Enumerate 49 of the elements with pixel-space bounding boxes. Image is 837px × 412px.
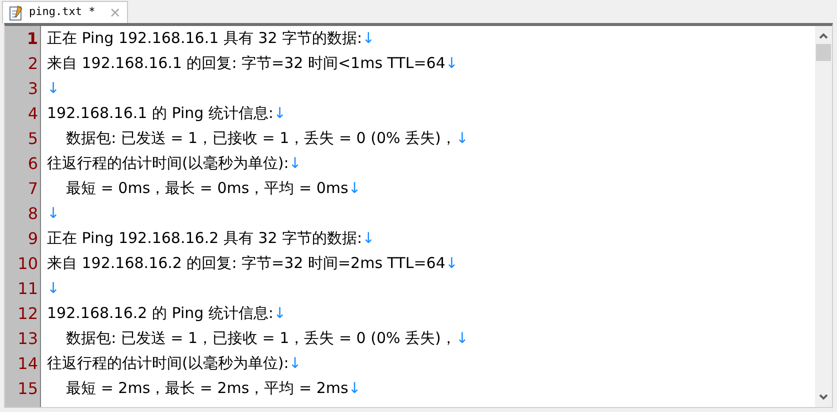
line-end-mark: ↓: [348, 378, 361, 400]
line-number: 13: [16, 328, 39, 350]
line-end-mark: ↓: [456, 328, 468, 350]
line-number: 9: [26, 228, 39, 250]
scrollbar-thumb[interactable]: [816, 44, 831, 61]
line-number: 11: [16, 278, 39, 300]
scroll-down-icon[interactable]: [819, 394, 828, 400]
code-line: 192.168.16.2 的 Ping 统计信息:: [47, 303, 274, 324]
line-end-mark: ↓: [288, 153, 302, 174]
code-line: 来自 192.168.16.1 的回复: 字节=32 时间<1ms TTL=64: [47, 53, 446, 74]
code-line: 往返行程的估计时间(以毫秒为单位):: [47, 353, 289, 374]
line-number: 5: [26, 128, 39, 150]
line-number: 1: [26, 28, 39, 50]
line-end-mark: ↓: [445, 253, 458, 274]
line-end-mark: ↓: [288, 353, 302, 374]
line-number: 15: [16, 378, 39, 400]
line-number: 2: [26, 53, 39, 75]
code-line: 最短 = 2ms，最长 = 2ms，平均 = 2ms: [65, 378, 348, 400]
line-number: 4: [26, 103, 39, 125]
code-line: 数据包: 已发送 = 1，已接收 = 1，丢失 = 0 (0% 丢失)，: [65, 128, 456, 150]
line-end-mark: ↓: [362, 28, 375, 50]
line-number: 3: [26, 78, 39, 100]
line-end-mark: ↓: [47, 278, 60, 300]
code-line: 往返行程的估计时间(以毫秒为单位):: [47, 153, 289, 174]
file-tab[interactable]: ping.txt * ×: [2, 1, 128, 23]
line-number: 6: [26, 153, 39, 175]
line-end-mark: ↓: [47, 203, 60, 224]
code-line: 192.168.16.1 的 Ping 统计信息:: [47, 103, 274, 124]
line-end-mark: ↓: [273, 303, 286, 324]
notepad-icon: [9, 4, 23, 20]
line-end-mark: ↓: [362, 228, 375, 250]
line-end-mark: ↓: [456, 128, 468, 150]
line-end-mark: ↓: [273, 103, 286, 124]
code-line: 最短 = 0ms，最长 = 0ms，平均 = 0ms: [65, 178, 348, 200]
line-number: 8: [26, 203, 39, 225]
code-line: 数据包: 已发送 = 1，已接收 = 1，丢失 = 0 (0% 丢失)，: [65, 328, 456, 350]
line-end-mark: ↓: [445, 53, 458, 74]
line-number: 7: [26, 178, 39, 200]
line-end-mark: ↓: [47, 78, 60, 100]
code-line: 正在 Ping 192.168.16.2 具有 32 字节的数据:: [47, 228, 362, 250]
line-number: 12: [16, 303, 39, 325]
code-line: 来自 192.168.16.2 的回复: 字节=32 时间=2ms TTL=64: [47, 253, 446, 274]
vertical-scrollbar[interactable]: [815, 26, 832, 407]
scroll-up-icon[interactable]: [819, 33, 828, 39]
tab-label: ping.txt *: [29, 4, 96, 20]
line-number: 10: [16, 253, 39, 275]
line-number: 14: [16, 353, 39, 375]
line-end-mark: ↓: [348, 178, 361, 200]
code-line: 正在 Ping 192.168.16.1 具有 32 字节的数据:: [47, 28, 362, 50]
